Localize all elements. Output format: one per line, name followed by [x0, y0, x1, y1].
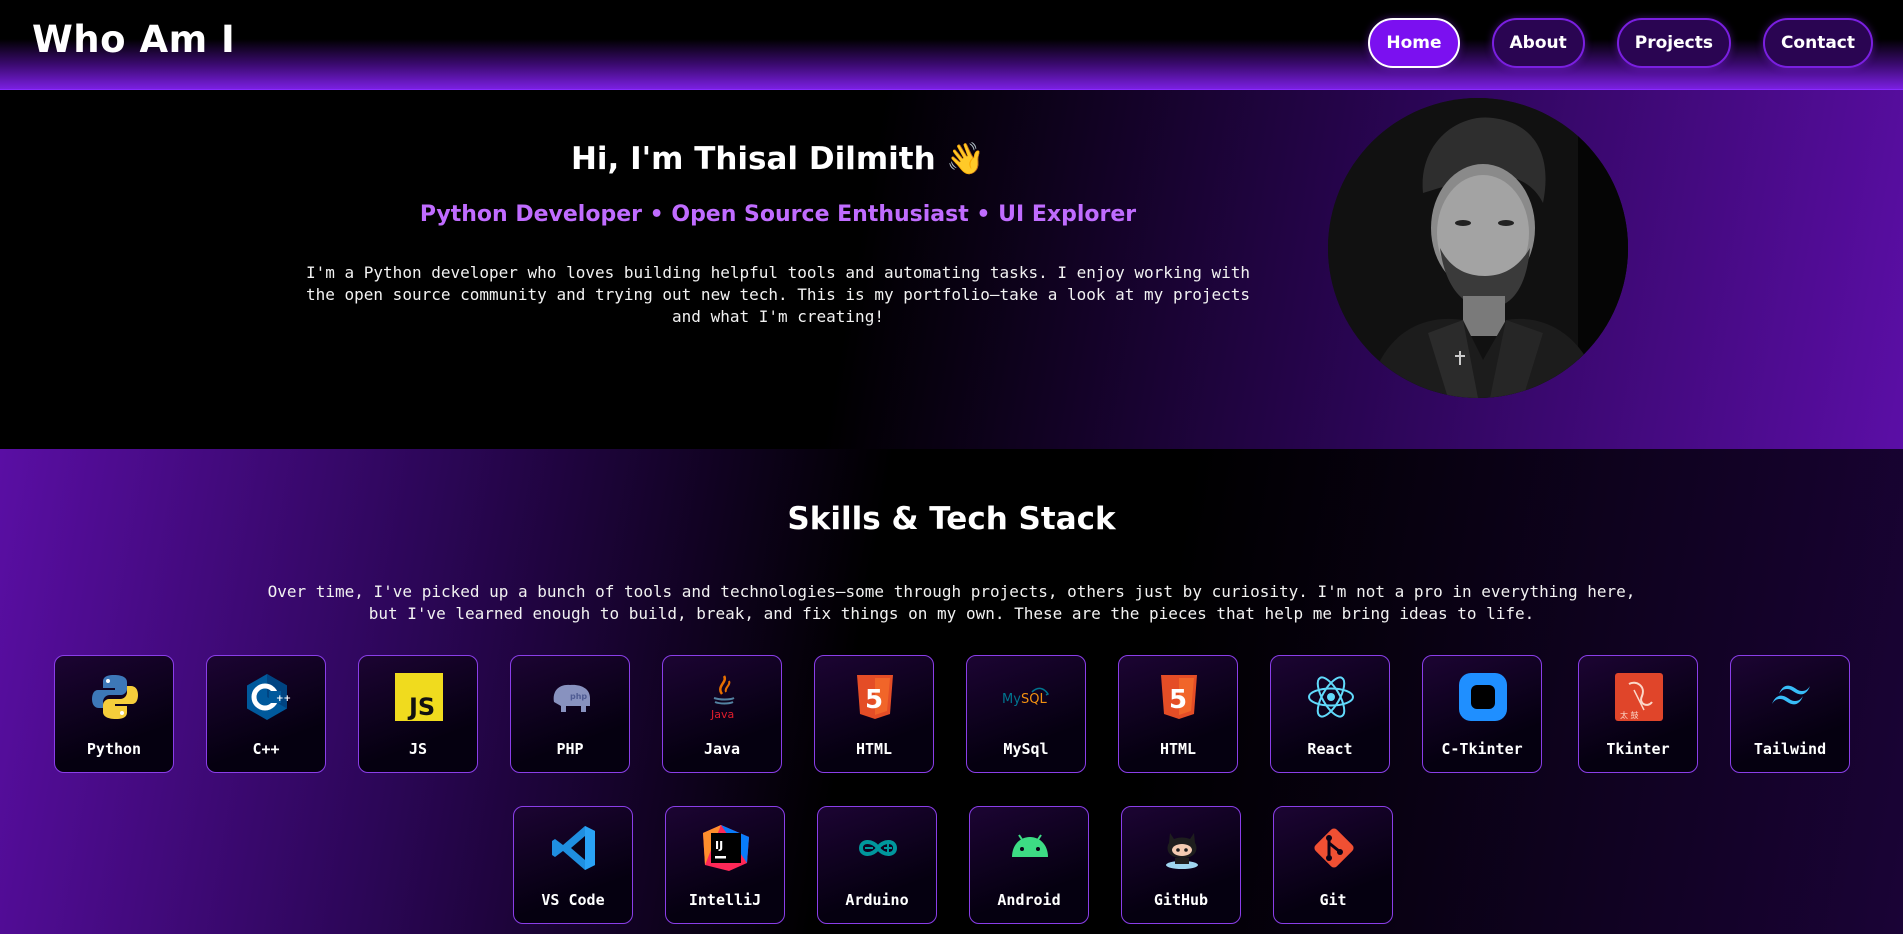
- tailwind-icon: [1772, 685, 1810, 705]
- skill-label: Tailwind: [1753, 740, 1827, 758]
- ctkinter-icon: [1459, 673, 1507, 721]
- svg-text:php: php: [570, 692, 587, 701]
- skills-description: Over time, I've picked up a bunch of too…: [267, 582, 1636, 623]
- java-icon: Java: [710, 675, 735, 721]
- arduino-icon: [858, 840, 898, 856]
- skill-label: C++: [252, 740, 280, 758]
- svg-text:Java: Java: [710, 708, 734, 721]
- skill-card-html-2[interactable]: 5 HTML: [1118, 655, 1238, 773]
- skill-label: HTML: [1159, 740, 1197, 758]
- skill-label: VS Code: [541, 891, 605, 909]
- site-header: Who Am I Home About Projects Contact: [0, 0, 1903, 90]
- skill-label: Python: [86, 740, 142, 758]
- skill-card-ctkinter[interactable]: C-Tkinter: [1422, 655, 1542, 773]
- skill-label: JS: [408, 740, 428, 758]
- hero-description: I'm a Python developer who loves buildin…: [305, 263, 1250, 326]
- svg-text:JS: JS: [407, 693, 435, 721]
- skill-card-vscode[interactable]: VS Code: [513, 806, 633, 924]
- skill-label: Git: [1319, 891, 1347, 909]
- skill-card-github[interactable]: GitHub: [1121, 806, 1241, 924]
- vscode-icon: [552, 826, 595, 870]
- react-icon: [1308, 676, 1354, 718]
- svg-text:5: 5: [865, 685, 883, 715]
- skill-card-tkinter[interactable]: 太 鼓 Tkinter: [1578, 655, 1698, 773]
- skill-label: HTML: [855, 740, 893, 758]
- skill-label: Tkinter: [1606, 740, 1670, 758]
- android-icon: [1012, 834, 1048, 857]
- svg-text:IJ: IJ: [715, 839, 723, 852]
- skill-card-php[interactable]: php PHP: [510, 655, 630, 773]
- mysql-icon: My SQL: [1002, 687, 1050, 707]
- skill-card-cpp[interactable]: ++ C++: [206, 655, 326, 773]
- skill-card-react[interactable]: React: [1270, 655, 1390, 773]
- skill-label: Java: [703, 740, 741, 758]
- skill-card-tailwind[interactable]: Tailwind: [1730, 655, 1850, 773]
- skill-card-android[interactable]: Android: [969, 806, 1089, 924]
- svg-text:++: ++: [276, 694, 291, 704]
- skill-card-mysql[interactable]: My SQL MySql: [966, 655, 1086, 773]
- skill-card-js[interactable]: JS JS: [358, 655, 478, 773]
- skill-label: React: [1307, 740, 1353, 758]
- hero-title: Hi, I'm Thisal Dilmith 👋: [570, 141, 986, 177]
- skill-card-arduino[interactable]: Arduino: [817, 806, 937, 924]
- skill-label: PHP: [556, 740, 584, 758]
- hero-section: Hi, I'm Thisal Dilmith 👋 Python Develope…: [0, 90, 1903, 449]
- profile-photo: [1328, 98, 1628, 398]
- nav-projects-button[interactable]: Projects: [1616, 18, 1731, 68]
- hero-subtitle: Python Developer • Open Source Enthusias…: [419, 202, 1137, 227]
- skill-label: Android: [997, 891, 1061, 909]
- html5-icon: 5: [857, 675, 893, 719]
- skill-label: MySql: [1003, 740, 1049, 758]
- tkinter-icon: 太 鼓: [1615, 673, 1663, 721]
- intellij-icon: IJ: [703, 825, 749, 871]
- nav-home-button[interactable]: Home: [1368, 18, 1460, 68]
- svg-text:My: My: [1002, 692, 1021, 707]
- svg-text:太 鼓: 太 鼓: [1620, 710, 1639, 720]
- php-icon: php: [553, 684, 590, 712]
- skills-title: Skills & Tech Stack: [787, 501, 1116, 537]
- skill-card-python[interactable]: Python: [54, 655, 174, 773]
- skill-card-intellij[interactable]: IJ IntelliJ: [665, 806, 785, 924]
- cpp-icon: ++: [247, 674, 291, 720]
- skill-card-html[interactable]: 5 HTML: [814, 655, 934, 773]
- git-icon: [1314, 828, 1354, 868]
- html5-icon: 5: [1161, 675, 1197, 719]
- site-logo[interactable]: Who Am I: [32, 18, 235, 61]
- skill-label: C-Tkinter: [1441, 740, 1523, 758]
- js-icon: JS: [395, 673, 443, 721]
- skill-card-java[interactable]: Java Java: [662, 655, 782, 773]
- skill-label: GitHub: [1153, 891, 1209, 909]
- skills-section: Skills & Tech Stack Over time, I've pick…: [0, 449, 1903, 934]
- python-icon: [92, 675, 138, 719]
- skill-card-git[interactable]: Git: [1273, 806, 1393, 924]
- skill-label: Arduino: [845, 891, 909, 909]
- nav-contact-button[interactable]: Contact: [1762, 18, 1873, 68]
- svg-text:5: 5: [1169, 685, 1187, 715]
- main-nav: Home About Projects Contact: [1368, 18, 1873, 68]
- github-icon: [1166, 833, 1198, 869]
- svg-text:SQL: SQL: [1021, 692, 1047, 707]
- nav-about-button[interactable]: About: [1491, 18, 1585, 68]
- skill-label: IntelliJ: [688, 891, 762, 909]
